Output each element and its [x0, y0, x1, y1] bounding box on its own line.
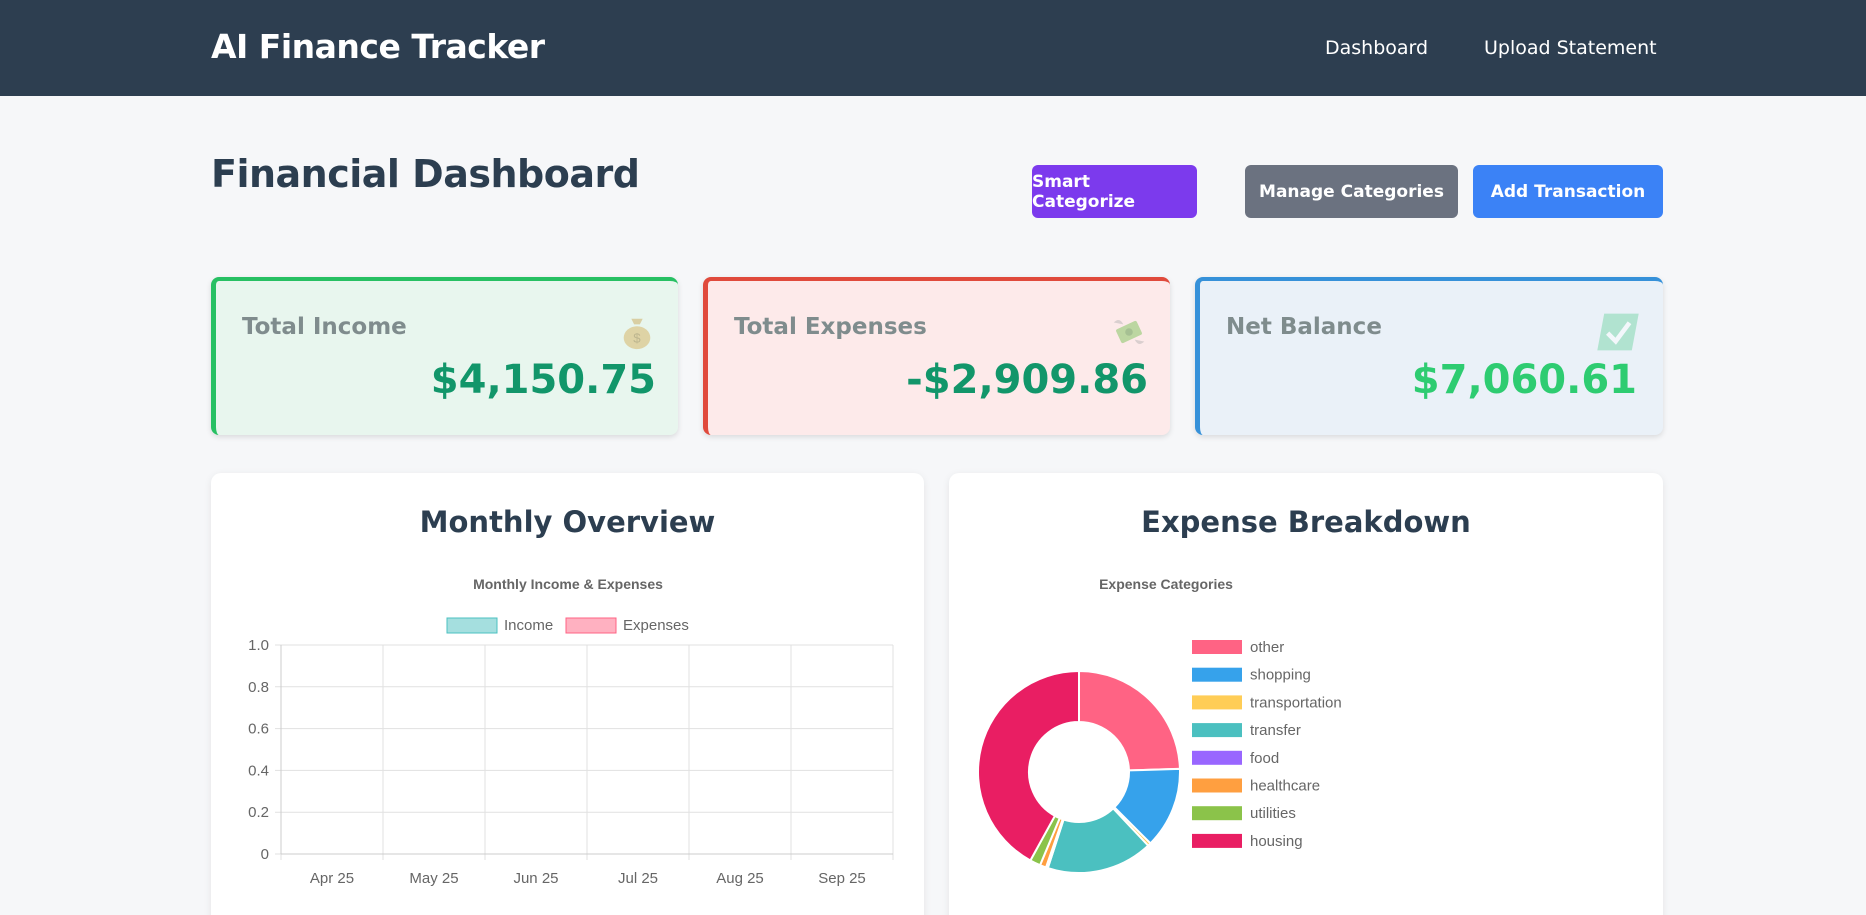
legend-swatch-healthcare[interactable]: [1192, 778, 1242, 793]
nav-upload-statement-link[interactable]: Upload Statement: [1484, 37, 1657, 59]
x-tick-label: Aug 25: [716, 870, 764, 887]
manage-categories-button[interactable]: Manage Categories: [1245, 165, 1458, 218]
add-transaction-button[interactable]: Add Transaction: [1473, 165, 1663, 218]
money-with-wings-icon: [1113, 320, 1145, 344]
navbar: AI Finance Tracker Dashboard Upload Stat…: [0, 0, 1866, 96]
legend-label-shopping[interactable]: shopping: [1250, 667, 1311, 684]
legend-swatch-income[interactable]: [446, 617, 498, 634]
brand-logo[interactable]: AI Finance Tracker: [211, 27, 545, 66]
legend-label-other[interactable]: other: [1250, 639, 1284, 656]
expenses-card: Total Expenses -$2,909.86: [703, 277, 1170, 435]
legend-label-expenses[interactable]: Expenses: [623, 617, 689, 634]
y-tick-label: 0.4: [248, 762, 269, 779]
y-tick-label: 0.6: [248, 721, 269, 738]
legend-label-housing[interactable]: housing: [1250, 833, 1303, 850]
legend-label-transportation[interactable]: transportation: [1250, 694, 1342, 711]
legend-label-food[interactable]: food: [1250, 750, 1279, 767]
expense-breakdown-panel: Expense Breakdown Expense Categories oth…: [949, 473, 1663, 915]
legend-swatch-other[interactable]: [1192, 640, 1242, 654]
expenses-label: Total Expenses: [734, 314, 927, 340]
y-tick-label: 0: [261, 846, 269, 863]
money-bag-icon: $: [623, 318, 651, 350]
legend-label-healthcare[interactable]: healthcare: [1250, 778, 1320, 795]
nav-dashboard-link[interactable]: Dashboard: [1325, 37, 1428, 59]
y-tick-label: 0.2: [248, 804, 269, 821]
income-value: $4,150.75: [430, 357, 656, 403]
income-label: Total Income: [242, 314, 407, 340]
y-tick-label: 0.8: [248, 679, 269, 696]
slice-other[interactable]: [1078, 669, 1181, 772]
legend-label-transfer[interactable]: transfer: [1250, 722, 1301, 739]
svg-text:$: $: [633, 330, 641, 345]
chart-title: Monthly Income & Expenses: [473, 576, 663, 592]
x-tick-label: Jun 25: [513, 870, 558, 887]
expense-categories-chart: Expense Categories other shopping transpor…: [977, 576, 1342, 874]
income-card: Total Income $ $4,150.75: [211, 277, 678, 435]
legend-swatch-transportation[interactable]: [1192, 695, 1242, 710]
net-balance-card: Net Balance $7,060.61: [1195, 277, 1663, 435]
legend-swatch-transfer[interactable]: [1192, 723, 1242, 738]
legend-swatch-food[interactable]: [1192, 750, 1242, 765]
x-tick-label: Sep 25: [818, 870, 866, 887]
check-mark-icon: [1597, 313, 1639, 351]
legend-swatch-shopping[interactable]: [1192, 667, 1242, 682]
monthly-income-expenses-chart: Monthly Income & Expenses Income Expense…: [248, 576, 894, 887]
legend-swatch-housing[interactable]: [1192, 833, 1242, 848]
chart-title: Expense Categories: [1099, 576, 1233, 592]
y-tick-label: 1.0: [248, 637, 269, 654]
x-tick-label: May 25: [409, 870, 458, 887]
expenses-value: -$2,909.86: [906, 357, 1148, 403]
monthly-overview-panel: Monthly Overview Monthly Income & Expens…: [211, 473, 924, 915]
legend-label-income[interactable]: Income: [504, 617, 553, 634]
legend-swatch-utilities[interactable]: [1192, 806, 1242, 821]
legend-label-utilities[interactable]: utilities: [1250, 805, 1296, 822]
x-tick-label: Apr 25: [310, 870, 354, 887]
smart-categorize-button[interactable]: Smart Categorize: [1032, 165, 1197, 218]
net-balance-value: $7,060.61: [1411, 357, 1637, 403]
page-title: Financial Dashboard: [211, 152, 640, 196]
x-tick-label: Jul 25: [618, 870, 658, 887]
net-balance-label: Net Balance: [1226, 314, 1382, 340]
legend-swatch-expenses[interactable]: [565, 617, 617, 634]
